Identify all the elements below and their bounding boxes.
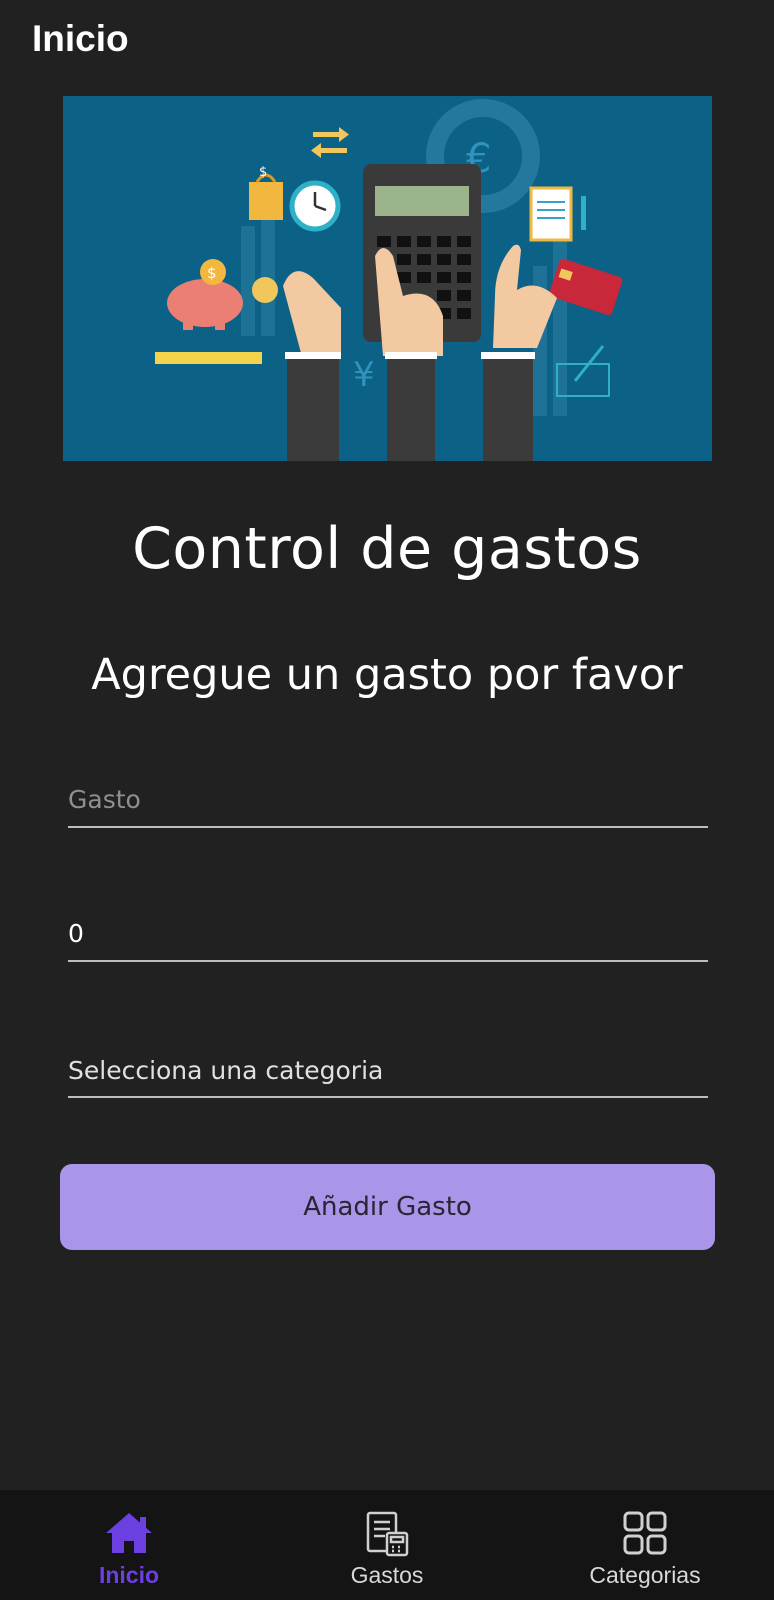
main-title: Control de gastos <box>132 516 642 582</box>
nav-item-gastos[interactable]: Gastos <box>258 1490 516 1600</box>
nav-label-gastos: Gastos <box>350 1562 424 1588</box>
category-select-label: Selecciona una categoria <box>68 1056 384 1085</box>
app-root: Inicio € $ $ ¥ Control de gastos Agregue… <box>0 0 774 1600</box>
finance-illustration: € $ $ ¥ <box>63 96 712 461</box>
hero-illustration: € $ $ ¥ <box>63 96 712 461</box>
form-subtitle: Agregue un gasto por favor <box>91 650 683 700</box>
nav-item-inicio[interactable]: Inicio <box>0 1490 258 1600</box>
expense-name-input[interactable] <box>68 772 708 828</box>
svg-text:$: $ <box>207 264 217 282</box>
svg-text:¥: ¥ <box>353 355 375 395</box>
nav-item-categorias[interactable]: Categorias <box>516 1490 774 1600</box>
svg-text:$: $ <box>259 165 267 180</box>
grid-icon <box>621 1508 669 1558</box>
category-select[interactable]: Selecciona una categoria <box>68 1040 708 1098</box>
home-icon <box>104 1508 154 1558</box>
nav-label-inicio: Inicio <box>98 1562 160 1588</box>
bottom-navigation: Inicio Gastos Categorias <box>0 1490 774 1600</box>
page-title: Inicio <box>32 18 129 59</box>
nav-label-categorias: Categorias <box>589 1562 701 1588</box>
amount-input[interactable] <box>68 906 708 962</box>
receipt-calculator-icon <box>363 1508 411 1558</box>
add-expense-button[interactable]: Añadir Gasto <box>60 1164 715 1250</box>
